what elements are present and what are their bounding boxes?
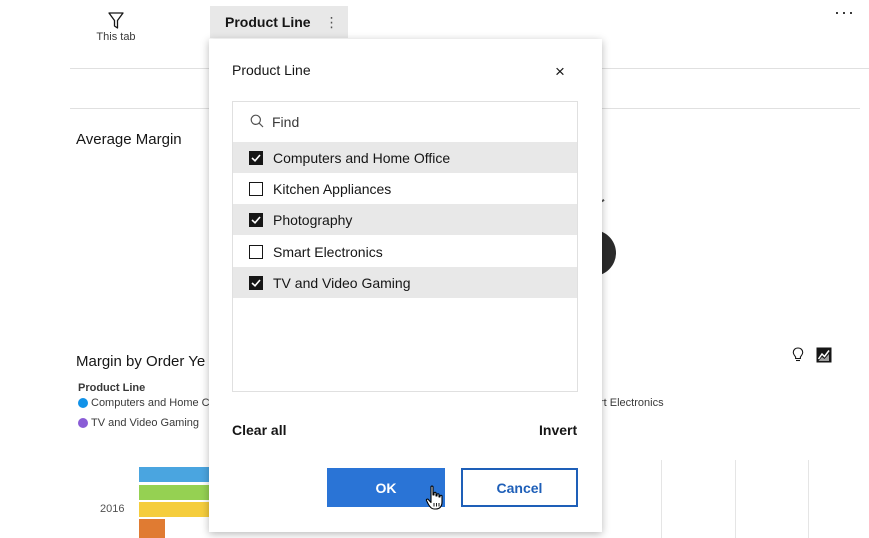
legend-label: TV and Video Gaming — [91, 417, 200, 429]
year-tick-label: 2016 — [100, 503, 125, 515]
option-label: TV and Video Gaming — [273, 274, 411, 291]
gridline — [735, 460, 736, 538]
legend-title: Product Line — [78, 382, 146, 394]
cancel-button[interactable]: Cancel — [461, 468, 578, 507]
insight-bulb-icon[interactable] — [792, 347, 804, 368]
tab-product-line[interactable]: Product Line ⋮ — [210, 6, 348, 38]
gridline — [808, 460, 809, 538]
option-label: Smart Electronics — [273, 243, 383, 260]
option-label: Kitchen Appliances — [273, 180, 392, 197]
option-smart-electronics[interactable]: Smart Electronics — [233, 236, 577, 267]
more-options-icon[interactable]: ··· — [834, 2, 855, 23]
product-line-filter-dialog: Product Line × Find Computers and Home O… — [209, 39, 602, 532]
checkbox-checked-icon[interactable] — [249, 150, 263, 165]
kebab-menu-icon[interactable]: ⋮ — [325, 14, 339, 31]
checkbox-unchecked-icon[interactable] — [249, 244, 263, 259]
search-placeholder: Find — [272, 114, 300, 130]
legend-item[interactable]: Computers and Home C — [78, 397, 210, 409]
legend-item[interactable]: TV and Video Gaming — [78, 417, 199, 429]
chart-bar[interactable] — [139, 502, 209, 517]
option-kitchen-appliances[interactable]: Kitchen Appliances — [233, 173, 577, 204]
option-tv-and-video-gaming[interactable]: TV and Video Gaming — [233, 267, 577, 298]
option-label: Computers and Home Office — [273, 149, 451, 166]
gridline — [661, 460, 662, 538]
dialog-title: Product Line — [232, 62, 311, 78]
checkbox-checked-icon[interactable] — [249, 275, 263, 290]
legend-swatch — [78, 398, 88, 408]
chart-bar[interactable] — [139, 519, 165, 538]
hand-cursor-icon — [425, 485, 445, 516]
close-icon[interactable]: × — [555, 62, 565, 82]
tab-label: Product Line — [225, 14, 311, 30]
average-margin-title: Average Margin — [76, 131, 182, 148]
options-list: Find Computers and Home Office Kitchen A… — [232, 101, 578, 392]
filter-icon — [86, 12, 146, 30]
invert-link[interactable]: Invert — [539, 422, 577, 438]
filter-label: This tab — [96, 31, 136, 43]
legend-label: rt Electronics — [600, 397, 664, 409]
clear-all-link[interactable]: Clear all — [232, 422, 286, 438]
search-icon — [250, 114, 272, 131]
legend-swatch — [78, 418, 88, 428]
legend-item[interactable]: rt Electronics — [600, 397, 664, 409]
chart-bar[interactable] — [139, 467, 209, 482]
option-photography[interactable]: Photography — [233, 204, 577, 235]
filter-button[interactable]: This tab — [86, 12, 146, 43]
option-label: Photography — [273, 211, 353, 228]
chart-type-icon[interactable] — [816, 347, 832, 368]
legend-label: Computers and Home C — [91, 397, 210, 409]
chart-bar[interactable] — [139, 485, 209, 500]
checkbox-unchecked-icon[interactable] — [249, 181, 263, 196]
margin-by-year-title: Margin by Order Ye — [76, 353, 206, 370]
search-input[interactable]: Find — [233, 102, 577, 142]
checkbox-checked-icon[interactable] — [249, 212, 263, 227]
option-computers-and-home-office[interactable]: Computers and Home Office — [233, 142, 577, 173]
